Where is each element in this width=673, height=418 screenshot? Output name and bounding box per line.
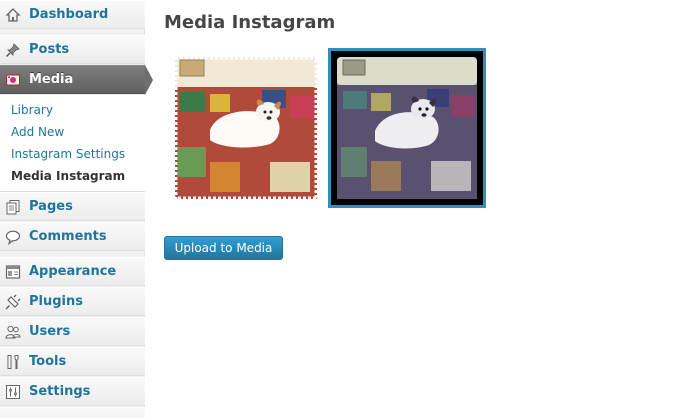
menu-item-appearance[interactable]: Appearance xyxy=(0,257,145,286)
menu-label: Comments xyxy=(29,229,107,244)
menu-item-plugins[interactable]: Plugins xyxy=(0,287,145,316)
instagram-photo-thumbnail-selected[interactable] xyxy=(328,48,486,208)
plug-icon xyxy=(4,293,22,311)
menu-item-users[interactable]: Users xyxy=(0,317,145,346)
menu-label: Media xyxy=(29,72,74,87)
menu-item-collapse[interactable] xyxy=(0,407,145,418)
menu-item-pages[interactable]: Pages xyxy=(0,192,145,221)
submenu-item-instagram-settings[interactable]: Instagram Settings xyxy=(11,147,125,161)
comment-bubble-icon xyxy=(4,228,22,246)
menu-label: Appearance xyxy=(29,264,117,279)
dog-on-blanket-photo xyxy=(331,51,483,205)
menu-item-posts[interactable]: Posts xyxy=(0,35,145,64)
menu-item-settings[interactable]: Settings xyxy=(0,377,145,406)
menu-label: Plugins xyxy=(29,294,83,309)
admin-sidebar: Dashboard Posts Media Library Add New In… xyxy=(0,0,153,418)
media-icon xyxy=(4,71,22,89)
menu-item-tools[interactable]: Tools xyxy=(0,347,145,376)
menu-label: Posts xyxy=(29,42,70,57)
pushpin-icon xyxy=(4,41,22,59)
menu-label: Pages xyxy=(29,199,73,214)
tools-icon xyxy=(4,353,22,371)
menu-item-comments[interactable]: Comments xyxy=(0,222,145,251)
page-title: Media Instagram xyxy=(164,12,336,33)
submenu-item-add-new[interactable]: Add New xyxy=(11,125,64,139)
appearance-icon xyxy=(4,263,22,281)
menu-label: Users xyxy=(29,324,71,339)
active-menu-arrow xyxy=(145,65,153,95)
submenu-item-media-instagram[interactable]: Media Instagram xyxy=(11,169,125,183)
users-icon xyxy=(4,323,22,341)
menu-label: Dashboard xyxy=(29,7,109,22)
menu-label: Tools xyxy=(29,354,67,369)
dog-on-blanket-photo xyxy=(170,52,322,204)
upload-to-media-button[interactable]: Upload to Media xyxy=(164,236,283,260)
settings-icon xyxy=(4,383,22,401)
submenu-item-library[interactable]: Library xyxy=(11,103,53,117)
pages-icon xyxy=(4,198,22,216)
instagram-photo-thumbnail[interactable] xyxy=(170,52,322,204)
menu-label: Settings xyxy=(29,384,91,399)
dashboard-icon xyxy=(4,6,22,24)
media-submenu: Library Add New Instagram Settings Media… xyxy=(0,95,145,192)
menu-item-dashboard[interactable]: Dashboard xyxy=(0,0,145,29)
menu-item-media[interactable]: Media xyxy=(0,65,145,94)
